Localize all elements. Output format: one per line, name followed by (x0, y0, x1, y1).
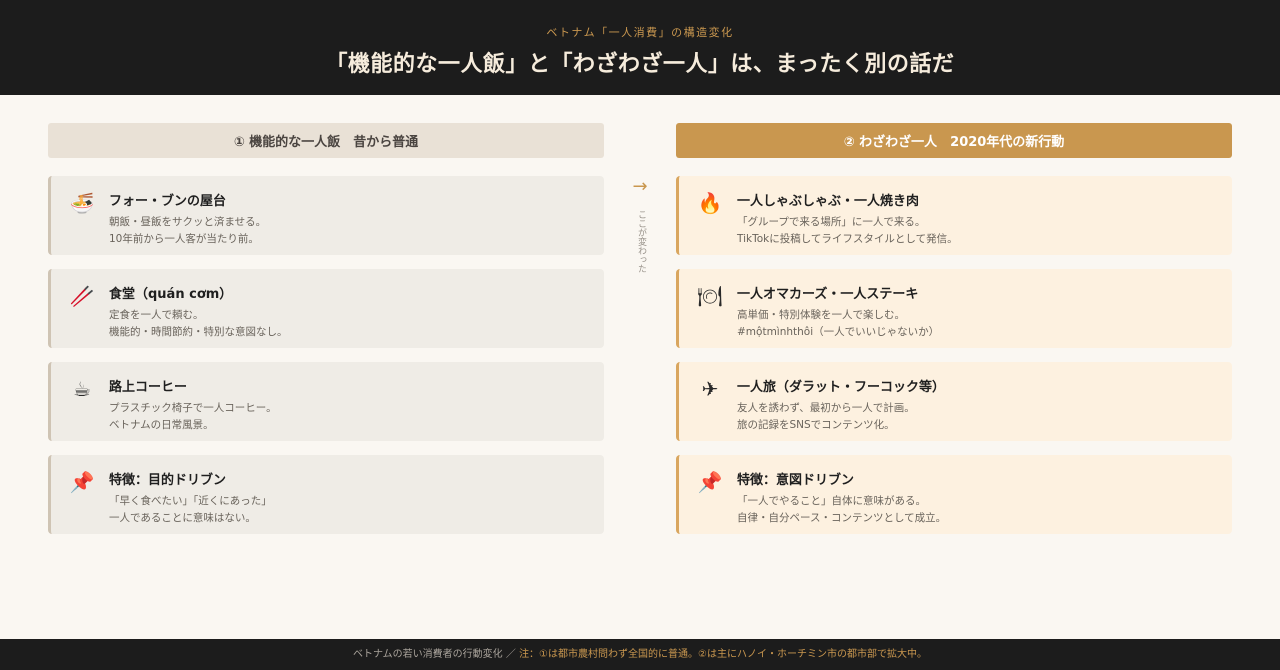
card-line: 「一人でやること」自体に意味がある。 (737, 495, 926, 507)
card-line: 旅の記録をSNSでコンテンツ化。 (737, 419, 895, 431)
divider-label: ここが変わった (636, 210, 646, 273)
card-line: 定食を一人で頼む。 (109, 309, 204, 321)
card-title: 一人旅（ダラット・フーコック等） (737, 380, 946, 395)
left-card: ☕ 路上コーヒー プラスチック椅子で一人コーヒー。 ベトナムの日常風景。 (48, 362, 604, 441)
card-line: 機能的・時間節約・特別な意図なし。 (109, 326, 288, 338)
card-line: ベトナムの日常風景。 (109, 419, 214, 431)
card-line: 朝飯・昼飯をサクッと済ませる。 (109, 216, 267, 228)
card-line: 友人を誘わず、最初から一人で計画。 (737, 402, 915, 414)
chopsticks-icon: 🥢 (69, 284, 95, 308)
left-card: 📌 特徴：目的ドリブン 「早く食べたい」「近くにあった」 一人であることに意味は… (48, 455, 604, 534)
pushpin-icon: 📌 (69, 470, 95, 494)
card-line: TikTokに投稿してライフスタイルとして発信。 (737, 233, 958, 245)
arrow-right-icon: → (632, 176, 648, 197)
card-line: 自律・自分ペース・コンテンツとして成立。 (737, 512, 947, 524)
footer-note: 注：①は都市農村問わず全国的に普通。②は主にハノイ・ホーチミン市の都市部で拡大中… (519, 649, 927, 660)
header: ベトナム「一人消費」の構造変化 「機能的な一人飯」と「わざわざ一人」は、まったく… (0, 0, 1280, 95)
noodle-bowl-icon: 🍜 (69, 191, 95, 215)
right-card: 🍽 一人オマカーズ・一人ステーキ 高単価・特別体験を一人で楽しむ。 #mộtmì… (676, 269, 1232, 348)
card-line: 高単価・特別体験を一人で楽しむ。 (737, 309, 905, 321)
left-column-heading: ① 機能的な一人飯 昔から普通 (48, 123, 604, 158)
page-title: 「機能的な一人飯」と「わざわざ一人」は、まったく別の話だ (325, 52, 955, 77)
right-column: ② わざわざ一人 2020年代の新行動 🔥 一人しゃぶしゃぶ・一人焼き肉 「グル… (676, 123, 1232, 534)
card-title: 一人オマカーズ・一人ステーキ (737, 287, 919, 302)
card-title: 特徴：意図ドリブン (737, 473, 855, 488)
left-column: ① 機能的な一人飯 昔から普通 🍜 フォー・ブンの屋台 朝飯・昼飯をサクッと済ま… (48, 123, 604, 534)
right-card: 📌 特徴：意図ドリブン 「一人でやること」自体に意味がある。 自律・自分ペース・… (676, 455, 1232, 534)
card-line: 一人であることに意味はない。 (109, 512, 256, 524)
right-card: 🔥 一人しゃぶしゃぶ・一人焼き肉 「グループで来る場所」に一人で来る。 TikT… (676, 176, 1232, 255)
card-title: 食堂（quán cơm） (109, 287, 233, 302)
fire-icon: 🔥 (697, 191, 723, 215)
left-card: 🍜 フォー・ブンの屋台 朝飯・昼飯をサクッと済ませる。 10年前から一人客が当た… (48, 176, 604, 255)
card-line: 「早く食べたい」「近くにあった」 (109, 495, 272, 507)
card-line: 「グループで来る場所」に一人で来る。 (737, 216, 926, 228)
card-title: 一人しゃぶしゃぶ・一人焼き肉 (737, 194, 920, 209)
card-title: 特徴：目的ドリブン (109, 473, 227, 488)
coffee-cup-icon: ☕ (73, 377, 91, 401)
left-card: 🥢 食堂（quán cơm） 定食を一人で頼む。 機能的・時間節約・特別な意図な… (48, 269, 604, 348)
footer: ベトナムの若い消費者の行動変化 ／ 注：①は都市農村問わず全国的に普通。②は主に… (0, 639, 1280, 670)
card-title: 路上コーヒー (109, 380, 188, 395)
card-line: #mộtmìnhthôi（一人でいいじゃないか） (737, 326, 940, 338)
plate-cutlery-icon: 🍽 (697, 284, 723, 308)
airplane-icon: ✈ (701, 377, 719, 401)
card-line: 10年前から一人客が当たり前。 (109, 233, 259, 245)
card-title: フォー・ブンの屋台 (109, 194, 227, 209)
right-column-heading: ② わざわざ一人 2020年代の新行動 (676, 123, 1232, 158)
header-kicker: ベトナム「一人消費」の構造変化 (546, 26, 734, 39)
pushpin-icon: 📌 (697, 470, 723, 494)
card-line: プラスチック椅子で一人コーヒー。 (109, 402, 277, 414)
right-card: ✈ 一人旅（ダラット・フーコック等） 友人を誘わず、最初から一人で計画。 旅の記… (676, 362, 1232, 441)
footer-text: ベトナムの若い消費者の行動変化 ／ (352, 649, 516, 660)
